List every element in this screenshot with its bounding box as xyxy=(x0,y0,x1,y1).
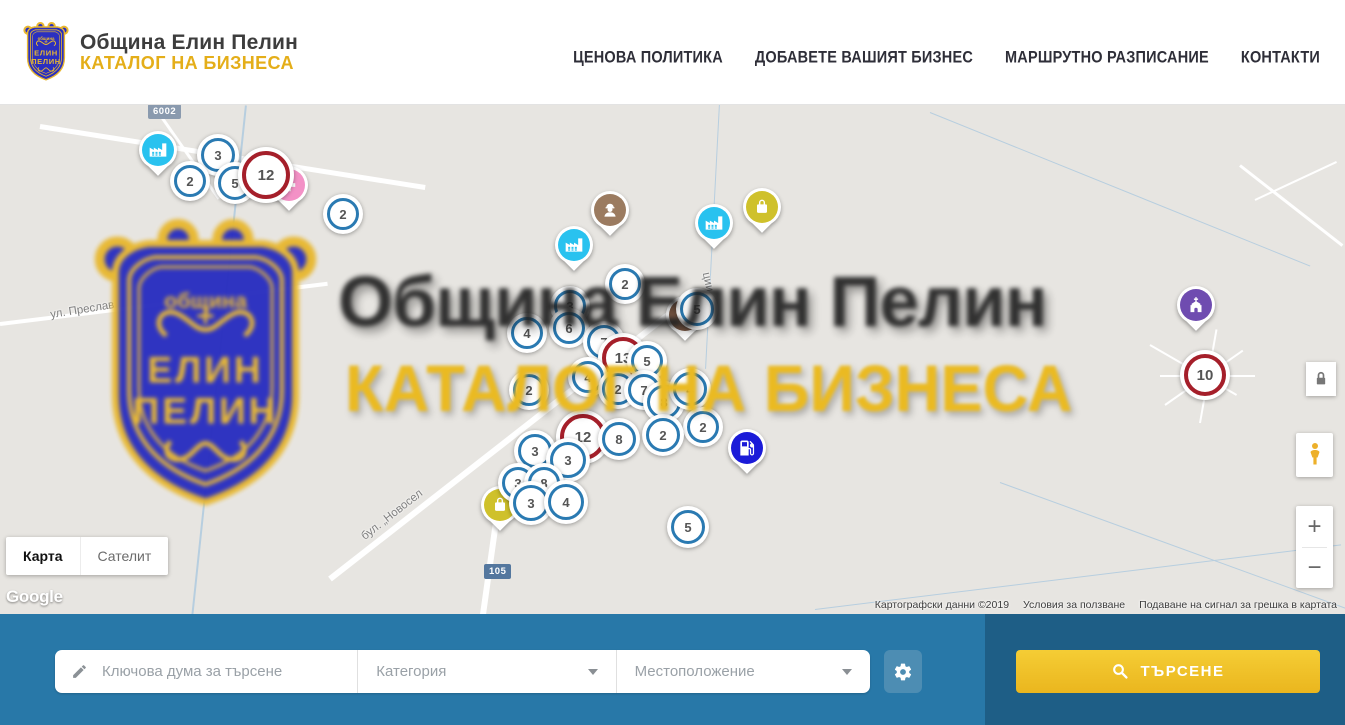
cluster-count: 8 xyxy=(615,432,622,447)
cluster-count: 2 xyxy=(186,174,193,189)
cluster-count: 4 xyxy=(523,326,530,341)
factory-icon xyxy=(698,207,730,239)
cluster-marker[interactable]: 10 xyxy=(1180,350,1230,400)
worker-pin[interactable] xyxy=(591,191,629,241)
zoom-in-button[interactable]: + xyxy=(1296,507,1333,547)
map-attribution: Картографски данни ©2019 Условия за полз… xyxy=(875,599,1337,611)
cluster-count: 6 xyxy=(565,321,572,336)
fuel-icon xyxy=(731,432,763,464)
attribution-copyright: Картографски данни ©2019 xyxy=(875,599,1009,611)
cluster-count: 10 xyxy=(1197,367,1214,384)
map-type-satellite-button[interactable]: Сателит xyxy=(80,537,169,575)
zoom-out-button[interactable]: − xyxy=(1296,548,1333,588)
site-title: Община Елин Пелин xyxy=(80,31,298,54)
cluster-marker[interactable]: 4 xyxy=(669,368,711,410)
location-select[interactable]: Местоположение xyxy=(616,650,870,693)
cluster-count: 8 xyxy=(660,395,667,410)
church-pin[interactable] xyxy=(1177,286,1215,336)
cluster-count: 3 xyxy=(564,453,571,468)
cluster-count: 5 xyxy=(684,520,691,535)
street-view-lock-control[interactable] xyxy=(1306,362,1336,396)
municipality-crest-logo: община ЕЛИН ПЕЛИН xyxy=(22,21,70,83)
search-button-label: ТЪРСЕНЕ xyxy=(1140,663,1224,680)
attribution-terms-link[interactable]: Условия за ползване xyxy=(1023,599,1125,611)
cluster-marker[interactable]: 2 xyxy=(605,264,645,304)
cluster-marker[interactable]: 2 xyxy=(323,194,363,234)
zoom-control: + − xyxy=(1296,506,1333,588)
google-map[interactable]: 6002 105 ул. Преслав бул. „Новосел ции 3… xyxy=(0,104,1345,614)
advanced-settings-button[interactable] xyxy=(884,650,922,693)
cluster-marker[interactable]: 2 xyxy=(170,161,210,201)
search-icon xyxy=(1111,662,1130,681)
cluster-count: 2 xyxy=(699,420,706,435)
worker-icon xyxy=(594,194,626,226)
pencil-icon xyxy=(71,663,88,680)
location-select-value: Местоположение xyxy=(635,663,842,680)
nav-item-pricing[interactable]: ЦЕНОВА ПОЛИТИКА xyxy=(573,49,723,67)
nav-item-add-business[interactable]: ДОБАВЕТЕ ВАШИЯТ БИЗНЕС xyxy=(755,49,973,67)
factory-pin[interactable] xyxy=(695,204,733,254)
keyword-field[interactable] xyxy=(55,650,357,693)
search-bar: Категория Местоположение ТЪРСЕНЕ xyxy=(0,614,1345,725)
factory-icon xyxy=(142,134,174,166)
cluster-count: 5 xyxy=(693,302,700,317)
cluster-count: 4 xyxy=(584,370,591,385)
site-subtitle: КАТАЛОГ НА БИЗНЕСА xyxy=(80,54,298,74)
cluster-count: 4 xyxy=(686,382,693,397)
pegman-icon xyxy=(1303,440,1327,470)
cluster-count: 3 xyxy=(527,496,534,511)
chevron-down-icon xyxy=(842,669,852,675)
factory-pin[interactable] xyxy=(555,226,593,276)
cluster-count: 2 xyxy=(614,382,621,397)
map-type-map-button[interactable]: Карта xyxy=(6,537,80,575)
cluster-marker[interactable]: 2 xyxy=(683,407,723,447)
cluster-count: 3 xyxy=(531,444,538,459)
search-button[interactable]: ТЪРСЕНЕ xyxy=(1016,650,1320,693)
map-markers: 3 2 5 12 2 2 3 5 6 4 7 13 5 4 2 2 7 8 4 … xyxy=(0,104,1345,614)
cluster-marker[interactable]: 4 xyxy=(507,313,547,353)
cluster-count: 2 xyxy=(621,277,628,292)
map-type-switcher: Карта Сателит xyxy=(6,537,168,575)
main-nav: ЦЕНОВА ПОЛИТИКА ДОБАВЕТЕ ВАШИЯТ БИЗНЕС М… xyxy=(573,50,1320,66)
category-select[interactable]: Категория xyxy=(357,650,615,693)
cluster-count: 5 xyxy=(643,354,650,369)
factory-icon xyxy=(558,229,590,261)
nav-item-contacts[interactable]: КОНТАКТИ xyxy=(1241,49,1320,67)
bag-icon xyxy=(746,191,778,223)
bag-pin[interactable] xyxy=(743,188,781,238)
cluster-marker[interactable]: 8 xyxy=(598,418,640,460)
category-select-value: Категория xyxy=(376,663,587,680)
lock-icon xyxy=(1311,369,1331,389)
cluster-marker[interactable]: 5 xyxy=(676,288,718,330)
church-icon xyxy=(1180,289,1212,321)
search-fields: Категория Местоположение xyxy=(55,650,870,693)
keyword-input[interactable] xyxy=(100,662,357,681)
cluster-count: 12 xyxy=(258,167,275,184)
nav-item-schedule[interactable]: МАРШРУТНО РАЗПИСАНИЕ xyxy=(1005,49,1209,67)
fuel-pin[interactable] xyxy=(728,429,766,479)
attribution-report-error-link[interactable]: Подаване на сигнал за грешка в картата xyxy=(1139,599,1337,611)
cluster-marker[interactable]: 2 xyxy=(642,414,684,456)
cluster-count: 2 xyxy=(339,207,346,222)
gear-icon xyxy=(893,662,913,682)
svg-text:ЕЛИН: ЕЛИН xyxy=(34,48,58,57)
cluster-marker[interactable]: 4 xyxy=(544,480,588,524)
cluster-count: 4 xyxy=(562,495,569,510)
svg-text:ПЕЛИН: ПЕЛИН xyxy=(31,57,61,66)
cluster-marker[interactable]: 12 xyxy=(238,147,294,203)
cluster-marker[interactable]: 5 xyxy=(667,506,709,548)
cluster-count: 3 xyxy=(214,148,221,163)
cluster-count: 2 xyxy=(525,383,532,398)
site-header: община ЕЛИН ПЕЛИН Община Елин Пелин КАТА… xyxy=(0,0,1345,105)
chevron-down-icon xyxy=(588,669,598,675)
cluster-marker[interactable]: 2 xyxy=(509,370,549,410)
google-logo[interactable]: Google xyxy=(6,587,63,607)
pegman-control[interactable] xyxy=(1296,433,1333,477)
cluster-count: 2 xyxy=(659,428,666,443)
brand[interactable]: община ЕЛИН ПЕЛИН Община Елин Пелин КАТА… xyxy=(22,21,298,83)
